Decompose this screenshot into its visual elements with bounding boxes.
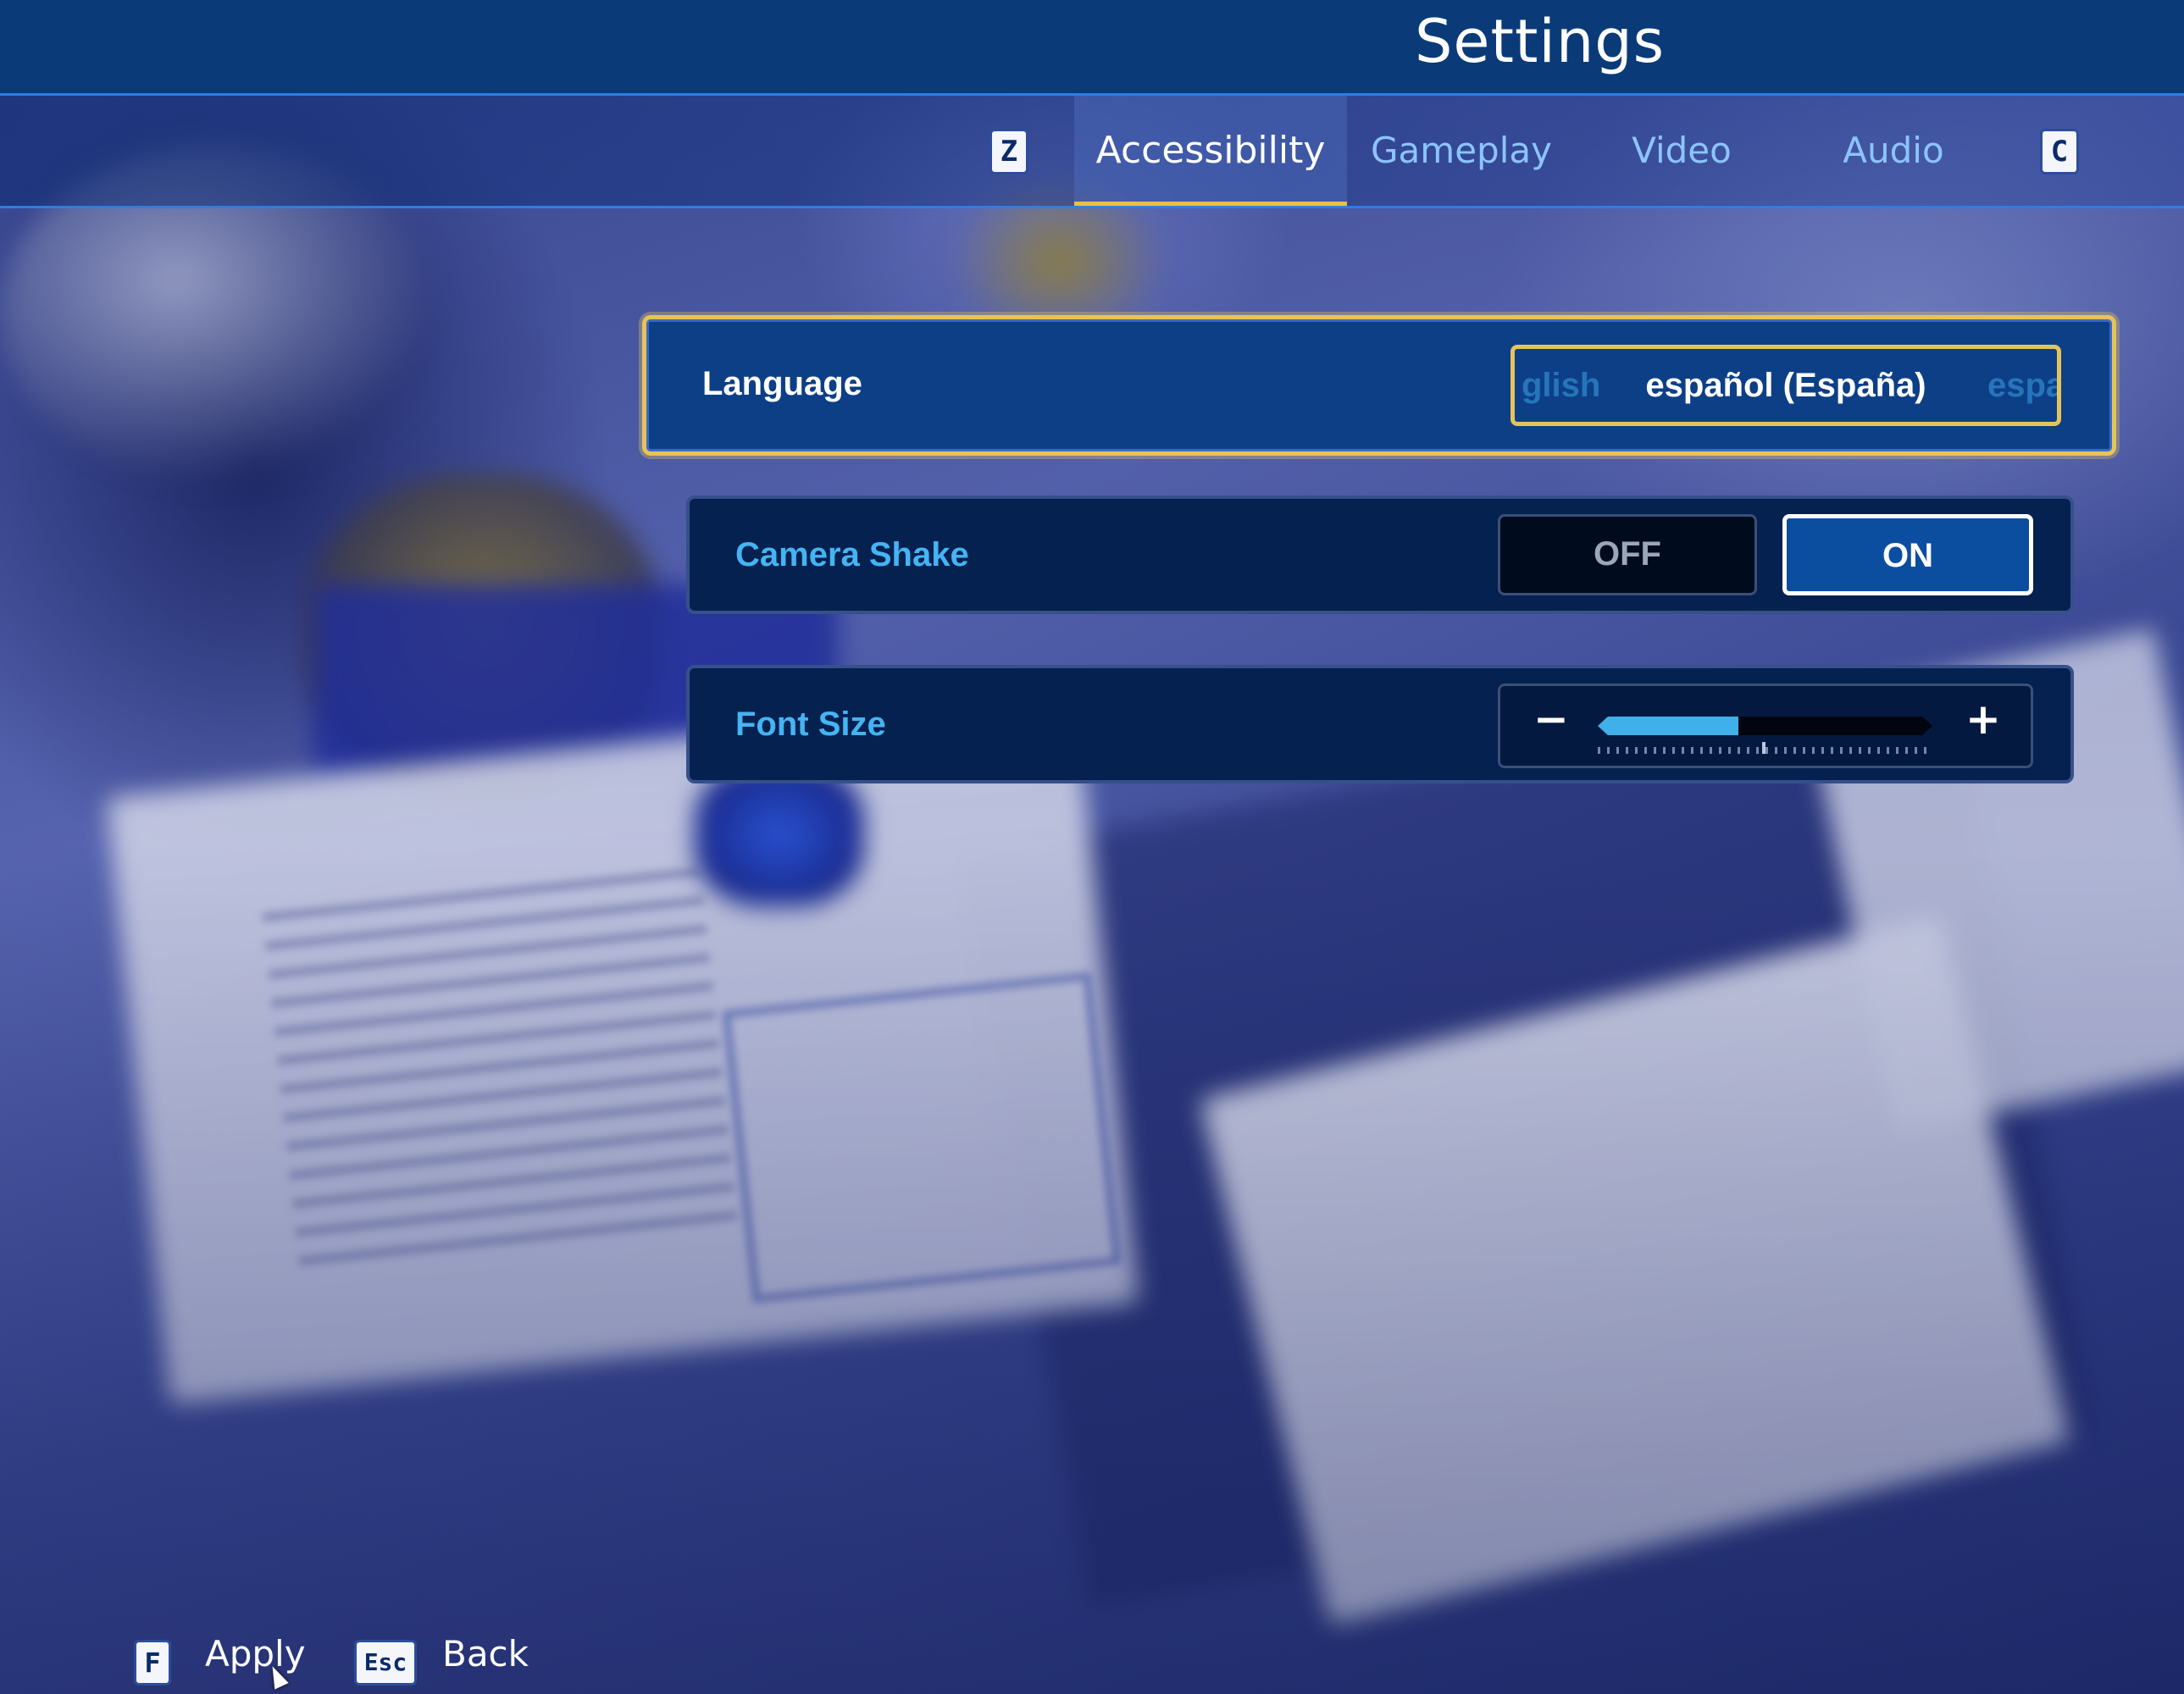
camera-shake-label: Camera Shake xyxy=(735,536,969,573)
slider-track[interactable] xyxy=(1598,717,1932,735)
tab-video[interactable]: Video xyxy=(1610,96,1754,206)
apply-label[interactable]: Apply xyxy=(205,1633,306,1675)
setting-row-language[interactable]: Language glish español (España) espa xyxy=(642,315,2116,456)
page-title: Settings xyxy=(1415,7,1666,76)
tab-gameplay[interactable]: Gameplay xyxy=(1364,96,1559,206)
language-selector[interactable]: glish español (España) espa xyxy=(1511,345,2061,426)
prev-tab-key[interactable]: Z xyxy=(989,129,1028,174)
back-key[interactable]: Esc xyxy=(354,1640,417,1686)
background-scene xyxy=(0,0,2184,1694)
camera-shake-on-button[interactable]: ON xyxy=(1782,514,2033,595)
slider-fill xyxy=(1598,717,1738,735)
plus-icon[interactable]: + xyxy=(1962,698,2004,740)
camera-shake-off-button[interactable]: OFF xyxy=(1498,514,1757,595)
next-tab-key[interactable]: C xyxy=(2040,129,2079,174)
tab-audio[interactable]: Audio xyxy=(1821,96,1965,206)
background-overlay xyxy=(0,0,2184,1694)
language-next-option[interactable]: espa xyxy=(1987,349,2057,422)
language-label: Language xyxy=(702,365,862,402)
title-bar: Settings xyxy=(0,0,2184,96)
slider-default-tick xyxy=(1762,742,1765,754)
apply-key[interactable]: F xyxy=(134,1640,171,1686)
font-size-slider[interactable]: − + xyxy=(1498,684,2033,768)
tab-accessibility[interactable]: Accessibility xyxy=(1074,96,1347,206)
setting-row-font-size: Font Size − + xyxy=(686,665,2074,783)
back-label[interactable]: Back xyxy=(442,1633,529,1675)
minus-icon[interactable]: − xyxy=(1530,698,1572,740)
setting-row-camera-shake: Camera Shake OFF ON xyxy=(686,495,2074,614)
font-size-label: Font Size xyxy=(735,706,886,743)
language-current-value: español (España) xyxy=(1645,367,1926,404)
